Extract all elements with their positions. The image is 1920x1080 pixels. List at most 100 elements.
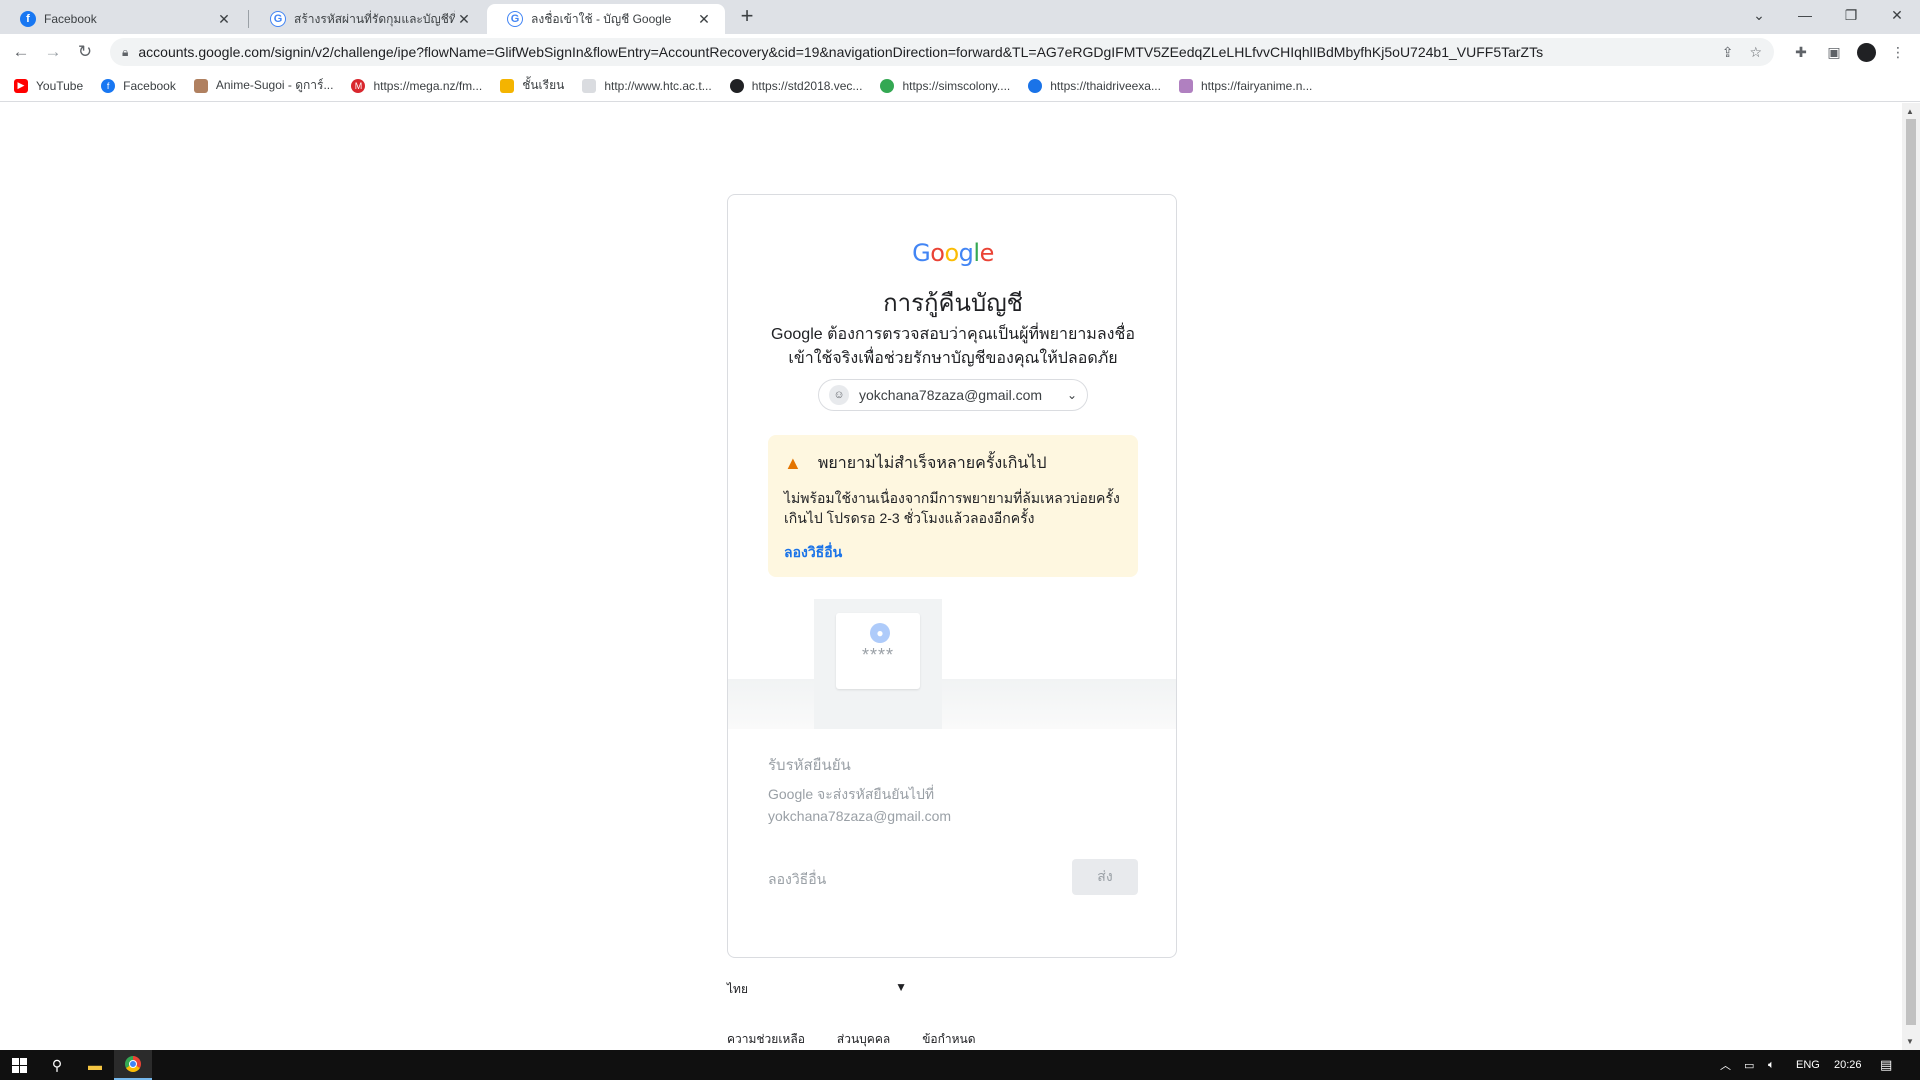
start-button[interactable] (0, 1050, 38, 1080)
tab-divider (248, 10, 249, 28)
close-icon[interactable]: ✕ (455, 11, 473, 28)
bookmarks-bar: ▶ YouTube f Facebook Anime-Sugoi - ดูการ… (0, 70, 1920, 102)
google-icon: G (507, 11, 523, 27)
file-explorer-icon[interactable]: ▬ (76, 1050, 114, 1080)
browser-toolbar: ← → ↻ 🔒︎ accounts.google.com/signin/v2/c… (0, 34, 1920, 70)
bookmark-simscolony[interactable]: https://simscolony.... (880, 78, 1011, 93)
thaidrive-icon (1028, 78, 1043, 93)
facebook-icon: f (101, 78, 116, 93)
web-icon (582, 78, 597, 93)
try-another-way-button[interactable]: ลองวิธีอื่น (768, 869, 826, 891)
chrome-icon[interactable] (114, 1050, 152, 1080)
verification-illustration: ● **** (728, 599, 1176, 729)
password-mask: **** (861, 645, 895, 665)
bookmark-label: https://fairyanime.n... (1200, 78, 1313, 93)
bookmark-label: https://std2018.vec... (751, 78, 863, 93)
tab-search-icon[interactable]: ⌄ (1736, 0, 1782, 30)
close-icon[interactable]: ✕ (215, 11, 233, 28)
footer-links: ความช่วยเหลือ ส่วนบุคคล ข้อกำหนด (727, 1030, 1008, 1049)
forward-button[interactable]: → (40, 39, 66, 65)
tray-overflow-icon[interactable]: ︿ (1720, 1050, 1731, 1080)
scroll-up-icon[interactable]: ▲ (1906, 107, 1914, 116)
person-icon: ● (870, 623, 890, 643)
tab-password-help[interactable]: G สร้างรหัสผ่านที่รัดกุมและบัญชีที่มีควา… (250, 4, 485, 34)
bookmark-mega[interactable]: M https://mega.nz/fm... (351, 78, 483, 93)
bookmark-label: https://thaidriveexa... (1050, 78, 1161, 93)
bookmark-std2018[interactable]: https://std2018.vec... (729, 78, 863, 93)
privacy-link[interactable]: ส่วนบุคคล (837, 1030, 890, 1049)
restore-button[interactable]: ❐ (1828, 0, 1874, 30)
network-icon[interactable]: ▭ (1744, 1050, 1754, 1080)
side-panel-icon[interactable]: ▣ (1824, 42, 1844, 62)
profile-avatar[interactable] (1857, 43, 1876, 62)
bookmark-classroom[interactable]: ชั้นเรียน (500, 76, 564, 95)
google-logo: Google (912, 239, 994, 267)
scroll-down-icon[interactable]: ▼ (1906, 1037, 1914, 1046)
fairy-icon (1178, 78, 1193, 93)
section-title: รับรหัสยืนยัน (768, 757, 851, 774)
page-subtitle: Google ต้องการตรวจสอบว่าคุณเป็นผู้ที่พยา… (771, 326, 1135, 367)
tab-title: สร้างรหัสผ่านที่รัดกุมและบัญชีที่มีความ (294, 11, 455, 26)
youtube-icon: ▶ (14, 78, 28, 93)
new-tab-button[interactable]: + (735, 5, 759, 29)
facebook-icon: f (20, 11, 36, 27)
bookmark-htc[interactable]: http://www.htc.ac.t... (582, 78, 712, 93)
volume-icon[interactable]: 🔈︎ (1768, 1050, 1775, 1080)
bookmark-label: https://mega.nz/fm... (373, 78, 483, 93)
tab-title: ลงชื่อเข้าใช้ - บัญชี Google (531, 11, 672, 26)
sims-icon (880, 78, 895, 93)
bookmark-label: http://www.htc.ac.t... (604, 78, 712, 93)
menu-icon[interactable]: ⋮ (1888, 42, 1908, 62)
extensions-icon[interactable]: ✚ (1791, 42, 1811, 62)
account-chip[interactable]: ☺ yokchana78zaza@gmail.com ⌄ (818, 379, 1088, 411)
tab-facebook[interactable]: f Facebook ✕ (0, 4, 245, 34)
anime-icon (193, 78, 208, 93)
windows-icon (11, 1057, 27, 1073)
send-button[interactable]: ส่ง (1072, 859, 1138, 895)
share-icon[interactable]: ⇪ (1722, 44, 1734, 61)
search-icon[interactable]: ⚲ (38, 1050, 76, 1080)
account-recovery-card: Google การกู้คืนบัญชี Google ต้องการตรวจ… (727, 194, 1177, 958)
lock-icon[interactable]: 🔒︎ (122, 45, 128, 60)
input-language[interactable]: ENG (1796, 1050, 1820, 1080)
close-window-button[interactable]: ✕ (1874, 0, 1920, 30)
bookmark-label: YouTube (36, 78, 84, 93)
account-email: yokchana78zaza@gmail.com (859, 387, 1043, 403)
tab-google-signin[interactable]: G ลงชื่อเข้าใช้ - บัญชี Google ✕ (487, 4, 725, 34)
globe-icon (729, 78, 744, 93)
warning-banner: ▲ พยายามไม่สำเร็จหลายครั้งเกินไป ไม่พร้อ… (768, 435, 1138, 577)
bookmark-label: Facebook (123, 78, 176, 93)
page-scrollbar[interactable]: ▲ ▼ (1902, 103, 1920, 1050)
bookmark-facebook[interactable]: f Facebook (101, 78, 176, 93)
scrollbar-thumb[interactable] (1906, 119, 1916, 1025)
bookmark-label: https://simscolony.... (902, 78, 1011, 93)
bookmark-label: Anime-Sugoi - ดูการ์... (215, 78, 334, 92)
notifications-icon[interactable]: ▤ (1880, 1050, 1892, 1080)
mega-icon: M (351, 78, 366, 93)
bookmark-star-icon[interactable]: ☆ (1749, 44, 1762, 61)
language-label: ไทย (727, 982, 748, 996)
dropdown-arrow-icon: ▼ (895, 980, 907, 994)
clock[interactable]: 20:26 (1834, 1050, 1862, 1080)
warning-message: ไม่พร้อมใช้งานเนื่องจากมีการพยายามที่ล้ม… (784, 490, 1120, 526)
avatar: ☺ (829, 385, 849, 405)
section-description: Google จะส่งรหัสยืนยันไปที่ yokchana78za… (768, 783, 1138, 827)
url-text[interactable]: accounts.google.com/signin/v2/challenge/… (138, 44, 1705, 60)
bookmark-anime-sugoi[interactable]: Anime-Sugoi - ดูการ์... (193, 76, 334, 95)
tab-strip: f Facebook ✕ G สร้างรหัสผ่านที่รัดกุมและ… (0, 0, 1920, 34)
close-icon[interactable]: ✕ (695, 11, 713, 28)
warning-icon: ▲ (784, 453, 802, 473)
terms-link[interactable]: ข้อกำหนด (922, 1030, 975, 1049)
section-description-line: Google จะส่งรหัสยืนยันไปที่ (768, 786, 935, 802)
bookmark-fairyanime[interactable]: https://fairyanime.n... (1178, 78, 1313, 93)
section-email: yokchana78zaza@gmail.com (768, 808, 952, 824)
language-select[interactable]: ไทย ▼ (727, 980, 907, 999)
try-another-way-link[interactable]: ลองวิธีอื่น (784, 542, 1122, 564)
bookmark-thaidriveexam[interactable]: https://thaidriveexa... (1028, 78, 1161, 93)
bookmark-youtube[interactable]: ▶ YouTube (14, 78, 84, 93)
help-link[interactable]: ความช่วยเหลือ (727, 1030, 805, 1049)
address-bar[interactable]: 🔒︎ accounts.google.com/signin/v2/challen… (110, 38, 1774, 66)
minimize-button[interactable]: — (1782, 0, 1828, 30)
reload-button[interactable]: ↻ (72, 39, 98, 65)
back-button[interactable]: ← (8, 39, 34, 65)
